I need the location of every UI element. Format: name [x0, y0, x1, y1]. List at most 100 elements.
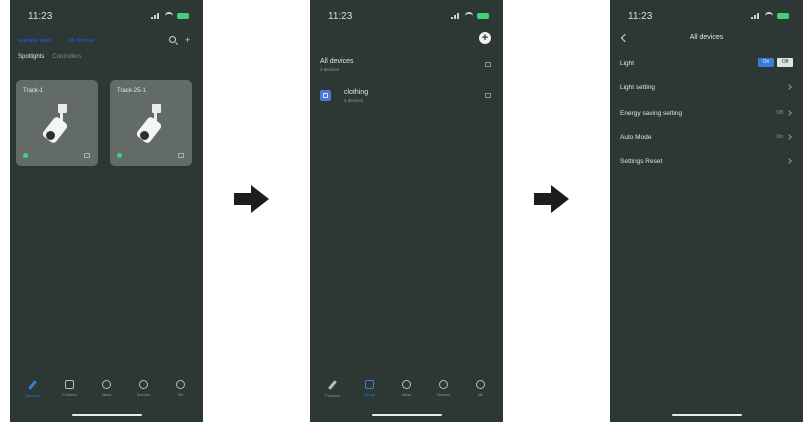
- status-icons: [151, 12, 189, 19]
- pen-icon: [28, 380, 37, 390]
- device-filter[interactable]: All devices: [68, 38, 94, 44]
- card-menu-icon[interactable]: [178, 153, 184, 158]
- wifi-icon: [165, 12, 173, 19]
- profile-icon: [176, 380, 185, 389]
- chevron-right-icon: [786, 110, 792, 116]
- status-time: 11:23: [28, 11, 53, 22]
- card-menu-icon[interactable]: [84, 153, 90, 158]
- signal-icon: [151, 12, 161, 19]
- setting-label: Settings Reset: [620, 158, 663, 165]
- bottom-nav-label: Me: [477, 392, 484, 397]
- bottom-nav-fixtures[interactable]: Fixtures: [55, 380, 85, 404]
- device-name: Track-1: [23, 88, 44, 94]
- status-time: 11:23: [628, 11, 653, 22]
- bottom-nav-label: Ideas: [101, 392, 112, 397]
- bottom-nav-me[interactable]: Me: [166, 380, 196, 404]
- bottom-nav-me[interactable]: Me: [466, 380, 496, 404]
- arrow-right-icon: [234, 185, 270, 213]
- bottom-nav-fixtures[interactable]: Fixtures: [318, 380, 348, 404]
- battery-icon: [477, 12, 489, 19]
- signal-icon: [751, 12, 761, 19]
- setting-label: Energy saving setting: [620, 110, 683, 117]
- spotlight-icon: [41, 104, 72, 145]
- bottom-nav-label: Ideas: [401, 392, 412, 397]
- group-title: All devices: [320, 58, 354, 65]
- online-status-icon: [23, 153, 28, 158]
- chevron-right-icon: [786, 84, 792, 90]
- idea-icon: [102, 380, 111, 389]
- online-status-icon: [117, 153, 122, 158]
- device-name: Track-25-1: [117, 88, 146, 94]
- home-indicator: [371, 414, 442, 416]
- group-icon: [365, 380, 374, 389]
- spotlight-icon: [135, 104, 166, 145]
- search-icon[interactable]: [169, 36, 176, 43]
- bottom-nav-label: Fixtures: [62, 392, 77, 397]
- status-bar: 11:23: [310, 11, 503, 25]
- status-bar: 11:23: [610, 11, 803, 25]
- profile-icon: [476, 380, 485, 389]
- group-menu-icon[interactable]: [485, 93, 491, 98]
- bottom-nav-label: Group: [363, 392, 376, 397]
- setting-reset[interactable]: Settings Reset: [620, 158, 793, 168]
- plus-icon[interactable]: +: [185, 36, 193, 45]
- setting-light: Light On Off: [620, 58, 793, 70]
- phone-screen-devices: 11:23 example store All devices + Spotli…: [10, 0, 203, 422]
- chevron-right-icon: [786, 134, 792, 140]
- bottom-nav-ideas[interactable]: Ideas: [92, 380, 122, 404]
- device-tabs: Spotlights Controllers: [18, 54, 81, 60]
- idea-icon: [402, 380, 411, 389]
- setting-value: On: [776, 134, 783, 140]
- bottom-nav-scenes[interactable]: Scenes: [429, 380, 459, 404]
- bottom-nav: Fixtures Group Ideas Scenes Me: [310, 380, 503, 404]
- setting-auto-mode[interactable]: Auto Mode On: [620, 134, 793, 144]
- bottom-nav-label: Devices: [25, 393, 40, 398]
- battery-icon: [777, 12, 789, 19]
- device-card[interactable]: Track-1: [16, 80, 98, 166]
- bottom-nav-label: Fixtures: [325, 393, 340, 398]
- tab-spotlights[interactable]: Spotlights: [18, 54, 44, 60]
- scene-icon: [139, 380, 148, 389]
- phone-screen-settings: 11:23 All devices Light On Off Light set…: [610, 0, 803, 422]
- scene-icon: [439, 380, 448, 389]
- setting-light-setting[interactable]: Light setting: [620, 84, 793, 94]
- bottom-nav: Devices Fixtures Ideas Scenes Me: [10, 380, 203, 404]
- bottom-nav-scenes[interactable]: Scenes: [129, 380, 159, 404]
- battery-icon: [177, 12, 189, 19]
- status-bar: 11:23: [10, 11, 203, 25]
- wifi-icon: [465, 12, 473, 19]
- setting-label: Light setting: [620, 84, 656, 91]
- add-group-button[interactable]: +: [479, 32, 491, 44]
- top-nav: example store All devices +: [18, 36, 193, 47]
- arrow-right-icon: [534, 185, 570, 213]
- tab-controllers[interactable]: Controllers: [52, 54, 81, 60]
- status-icons: [451, 12, 489, 19]
- group-title: clothing: [344, 89, 369, 96]
- setting-energy-saving[interactable]: Energy saving setting Off: [620, 110, 793, 120]
- fixture-icon: [65, 380, 74, 389]
- group-row-clothing[interactable]: clothing 2 devices: [320, 89, 491, 103]
- group-subtitle: 2 devices: [344, 98, 364, 103]
- bottom-nav-group[interactable]: Group: [355, 380, 385, 404]
- room-icon: [320, 90, 331, 101]
- light-on-button[interactable]: On: [758, 58, 774, 67]
- bottom-nav-ideas[interactable]: Ideas: [392, 380, 422, 404]
- group-subtitle: 2 devices: [320, 67, 340, 72]
- light-off-button[interactable]: Off: [777, 58, 793, 67]
- group-menu-icon[interactable]: [485, 62, 491, 67]
- home-indicator: [71, 414, 142, 416]
- phone-screen-groups: 11:23 + All devices 2 devices clothing 2…: [310, 0, 503, 422]
- group-row-all[interactable]: All devices 2 devices: [320, 58, 491, 72]
- bottom-nav-label: Scenes: [136, 392, 151, 397]
- bottom-nav-devices[interactable]: Devices: [18, 380, 48, 404]
- pen-icon: [328, 380, 337, 390]
- signal-icon: [451, 12, 461, 19]
- bottom-nav-label: Me: [177, 392, 184, 397]
- home-indicator: [671, 414, 742, 416]
- light-toggle: On Off: [758, 58, 793, 67]
- wifi-icon: [765, 12, 773, 19]
- device-card[interactable]: Track-25-1: [110, 80, 192, 166]
- store-selector[interactable]: example store: [18, 38, 52, 44]
- status-time: 11:23: [328, 11, 353, 22]
- setting-label: Light: [620, 60, 635, 67]
